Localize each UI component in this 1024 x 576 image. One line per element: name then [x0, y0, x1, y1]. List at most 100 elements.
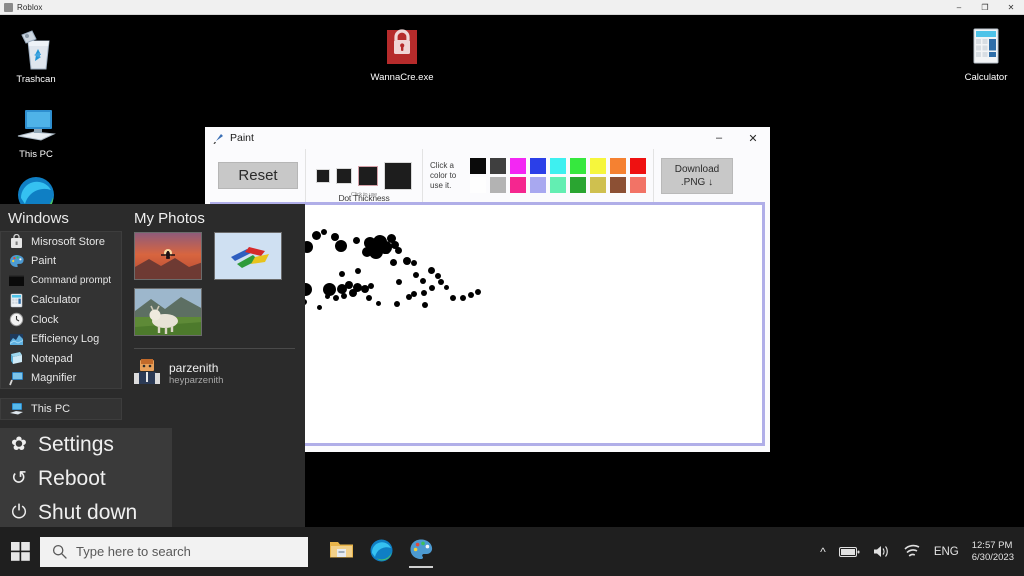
color-swatch-bottom-5[interactable] — [570, 177, 586, 193]
dot-thickness-swatch-0[interactable] — [316, 168, 330, 183]
gear-icon: ✿ — [11, 434, 27, 455]
outer-minimize-button[interactable]: – — [946, 0, 972, 15]
color-swatch-top-6[interactable] — [590, 158, 606, 174]
speaker-icon[interactable] — [873, 544, 890, 559]
power-item-label: Settings — [38, 432, 114, 456]
canvas-dot — [411, 291, 417, 297]
sidebar-item-this-pc[interactable]: This PC — [1, 399, 121, 419]
download-png-button[interactable]: Download .PNG ↓ — [661, 157, 733, 194]
system-tray: ^ ENG 12:57 PM 6/30/2023 — [820, 540, 1024, 564]
photo-goat-field[interactable] — [134, 288, 202, 336]
canvas-dot — [394, 301, 400, 307]
color-swatch-top-7[interactable] — [610, 158, 626, 174]
color-swatch-bottom-6[interactable] — [590, 177, 606, 193]
canvas-dot — [468, 292, 474, 298]
taskbar-item-paint[interactable] — [406, 532, 436, 572]
desktop-icon-label: WannaCre.exe — [370, 72, 434, 83]
color-swatch-top-8[interactable] — [630, 158, 646, 174]
store-icon — [9, 234, 24, 249]
outer-close-button[interactable]: ✕ — [998, 0, 1024, 15]
sidebar-item-notepad[interactable]: Notepad — [1, 349, 121, 369]
sidebar-item-label: Calculator — [31, 294, 81, 307]
canvas-dot — [422, 302, 428, 308]
desktop-icon-calculator[interactable]: Calculator — [944, 23, 1024, 84]
color-swatch-bottom-0[interactable] — [470, 177, 486, 193]
sidebar-item-microsoft-store[interactable]: Misrosoft Store — [1, 232, 121, 252]
color-swatch-bottom-4[interactable] — [550, 177, 566, 193]
color-swatch-bottom-7[interactable] — [610, 177, 626, 193]
account-username: heyparzenith — [169, 375, 224, 386]
color-swatch-top-4[interactable] — [550, 158, 566, 174]
download-group: Download .PNG ↓ — [654, 149, 740, 202]
canvas-dot — [335, 240, 347, 252]
red-lock-icon — [360, 23, 444, 69]
color-swatch-top-0[interactable] — [470, 158, 486, 174]
paintbrush-icon — [212, 132, 225, 145]
power-icon: ⏻ — [11, 501, 27, 523]
outer-window-title: Roblox — [17, 2, 43, 12]
paint-titlebar[interactable]: Paint – ✕ — [205, 127, 770, 149]
dot-thickness-swatch-3[interactable] — [384, 161, 412, 190]
outer-maximize-button[interactable]: ❐ — [972, 0, 998, 15]
sidebar-item-clock[interactable]: Clock — [1, 310, 121, 330]
canvas-dot — [413, 272, 419, 278]
start-menu-app-list: Misrosoft Store Paint Command prompt Calcul… — [0, 231, 122, 389]
color-swatch-bottom-2[interactable] — [510, 177, 526, 193]
sidebar-item-paint[interactable]: Paint — [1, 252, 121, 272]
canvas-dot — [428, 267, 435, 274]
color-swatch-top-5[interactable] — [570, 158, 586, 174]
dot-thickness-swatch-1[interactable] — [336, 167, 352, 184]
sidebar-item-command-prompt[interactable]: Command prompt — [1, 271, 121, 291]
desktop-icon-this-pc[interactable]: This PC — [0, 100, 78, 161]
paint-minimize-button[interactable]: – — [702, 127, 736, 149]
taskbar: Type here to search ^ ENG 12:57 PM 6/30/… — [0, 527, 1024, 576]
palette-hint-label: Click a color to use it. — [430, 160, 457, 190]
canvas-dot — [396, 279, 402, 285]
sidebar-item-magnifier[interactable]: Magnifier — [1, 369, 121, 389]
clock[interactable]: 12:57 PM 6/30/2023 — [972, 540, 1014, 564]
calculator-icon — [9, 293, 24, 308]
color-swatch-bottom-8[interactable] — [630, 177, 646, 193]
restart-icon: ↺ — [11, 468, 27, 489]
desktop-icon-wannacre-exe[interactable]: WannaCre.exe — [360, 23, 444, 84]
photo-airplane-sunset[interactable] — [134, 232, 202, 280]
color-swatch-top-3[interactable] — [530, 158, 546, 174]
account-block[interactable]: parzenith heyparzenith — [134, 348, 295, 390]
battery-icon[interactable] — [838, 546, 860, 558]
language-indicator[interactable]: ENG — [934, 546, 959, 558]
paint-window-title: Paint — [230, 132, 254, 144]
terminal-icon — [9, 273, 24, 288]
color-swatch-top-2[interactable] — [510, 158, 526, 174]
sidebar-item-label: Efficiency Log — [31, 333, 100, 346]
canvas-dot — [450, 295, 456, 301]
edge-icon — [369, 538, 394, 563]
paint-palette-icon — [409, 538, 433, 562]
color-swatch-bottom-3[interactable] — [530, 177, 546, 193]
canvas-dot — [333, 295, 339, 301]
color-swatch-top-1[interactable] — [490, 158, 506, 174]
sidebar-item-label: This PC — [31, 402, 71, 415]
color-palette — [470, 158, 646, 193]
photo-windows-logo[interactable] — [214, 232, 282, 280]
canvas-dot — [403, 257, 411, 265]
sidebar-item-label: Notepad — [31, 352, 73, 365]
color-swatch-bottom-1[interactable] — [490, 177, 506, 193]
power-item-label: Reboot — [38, 466, 106, 490]
paint-close-button[interactable]: ✕ — [736, 127, 770, 149]
sidebar-item-label: Magnifier — [31, 372, 77, 385]
dot-thickness-swatch-2[interactable] — [358, 165, 378, 186]
reset-button[interactable]: Reset — [218, 162, 298, 189]
start-button[interactable] — [0, 527, 40, 576]
wifi-icon[interactable] — [903, 544, 921, 559]
windows-logo-icon — [10, 542, 30, 561]
tray-overflow-button[interactable]: ^ — [820, 545, 826, 559]
taskbar-pinned-icons — [326, 532, 436, 572]
sidebar-item-calculator[interactable]: Calculator — [1, 291, 121, 311]
taskbar-item-microsoft-edge[interactable] — [366, 532, 396, 572]
desktop-icon-trashcan[interactable]: Trashcan — [0, 25, 78, 86]
sidebar-item-efficiency-log[interactable]: Efficiency Log — [1, 330, 121, 350]
search-input[interactable]: Type here to search — [40, 536, 308, 567]
canvas-dot — [317, 305, 322, 310]
taskbar-item-file-explorer[interactable] — [326, 532, 356, 572]
account-display-name: parzenith — [169, 361, 219, 375]
